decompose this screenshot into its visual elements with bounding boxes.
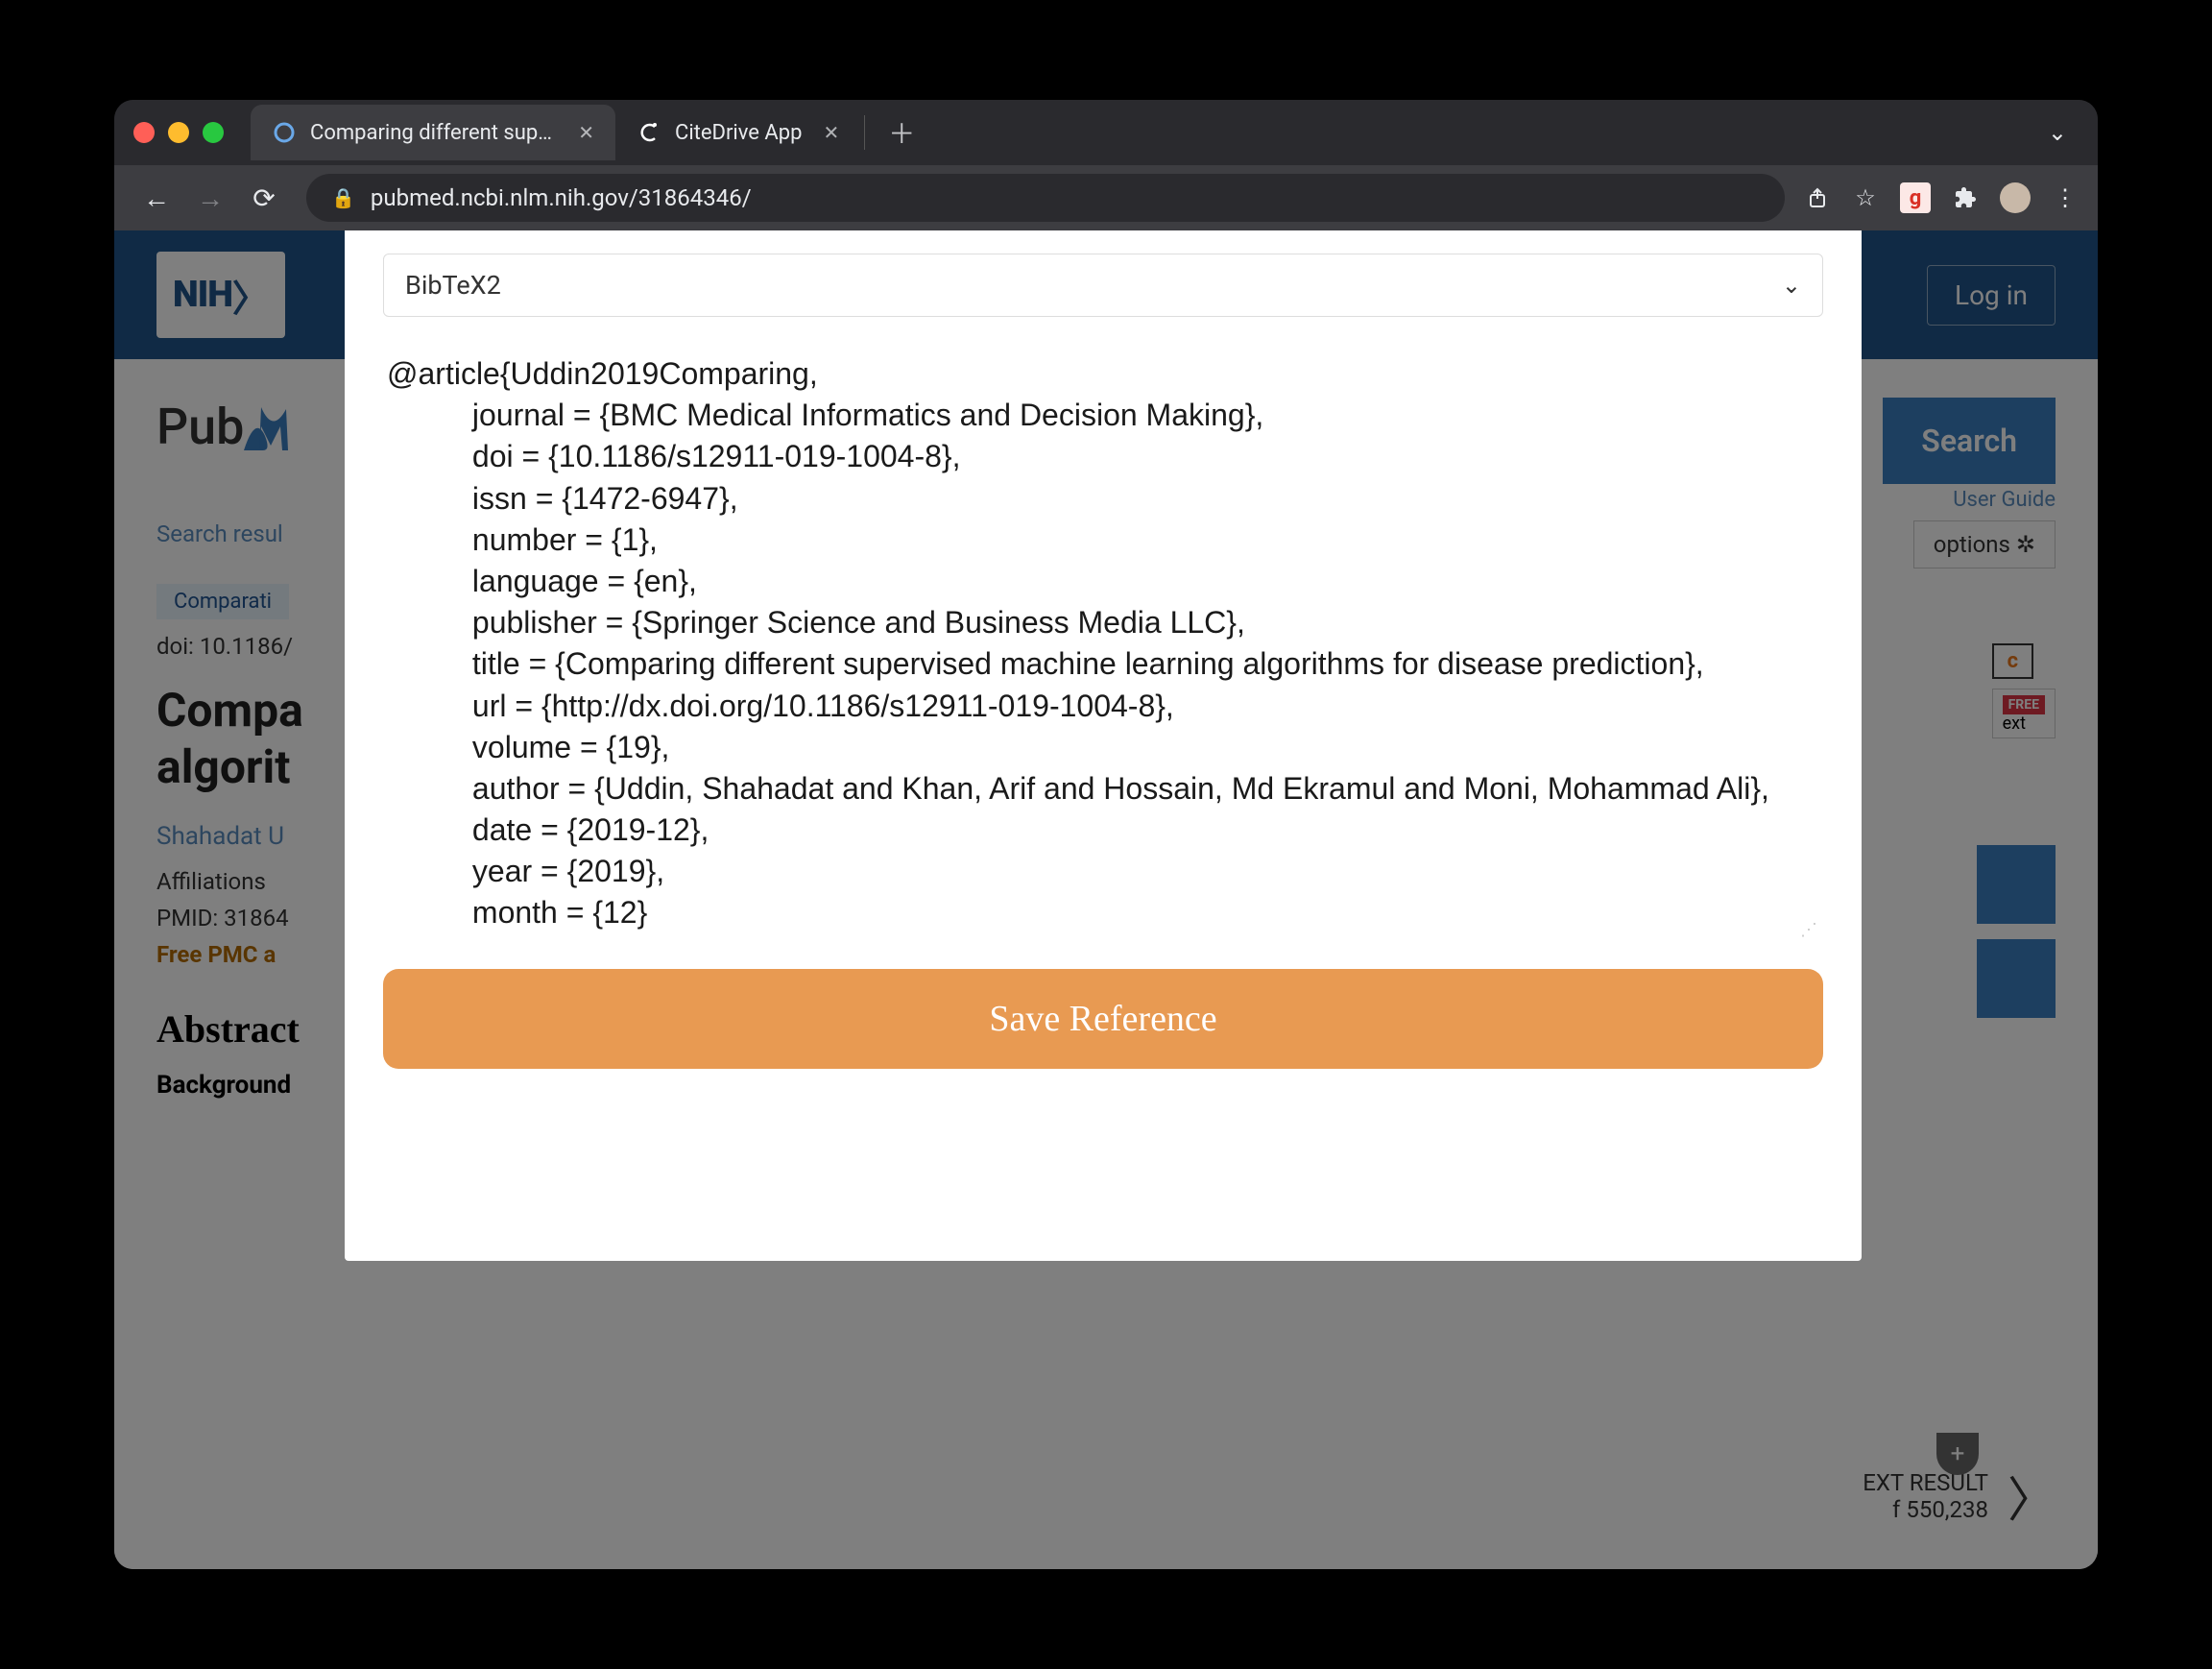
tab-title: Comparing different supervise <box>310 121 557 145</box>
extensions-puzzle-icon[interactable] <box>1952 184 1979 211</box>
toolbar-icons: ☆ g ⋮ <box>1804 182 2079 213</box>
back-button[interactable]: ← <box>133 175 180 221</box>
chevron-down-icon: ⌄ <box>1782 272 1801 299</box>
reload-button[interactable]: ⟳ <box>241 175 287 221</box>
forward-button[interactable]: → <box>187 175 233 221</box>
window-controls <box>133 122 224 143</box>
resize-handle-icon[interactable]: ⋰ <box>1800 920 1817 940</box>
lock-icon: 🔒 <box>331 186 355 209</box>
tab-overflow-chevron[interactable]: ⌄ <box>2048 119 2067 146</box>
maximize-window-button[interactable] <box>203 122 224 143</box>
bibtex-textarea[interactable]: @article{Uddin2019Comparing, journal = {… <box>383 346 1823 942</box>
url-field[interactable]: 🔒 pubmed.ncbi.nlm.nih.gov/31864346/ <box>306 174 1785 222</box>
chrome-menu-icon[interactable]: ⋮ <box>2052 184 2079 211</box>
profile-avatar[interactable] <box>2000 182 2031 213</box>
tab-bar: Comparing different supervise ✕ CiteDriv… <box>114 100 2098 165</box>
tab-divider <box>864 115 865 150</box>
citation-modal: BibTeX2 ⌄ @article{Uddin2019Comparing, j… <box>345 230 1862 1261</box>
bookmark-star-icon[interactable]: ☆ <box>1852 184 1879 211</box>
pubmed-favicon <box>272 120 297 145</box>
save-reference-button[interactable]: Save Reference <box>383 969 1823 1069</box>
format-select-label: BibTeX2 <box>405 270 501 301</box>
extension-icon-g[interactable]: g <box>1900 182 1931 213</box>
page-content: NIH 〉 Log in Pub Search User Guide Searc… <box>114 230 2098 1569</box>
tab-citedrive[interactable]: CiteDrive App ✕ <box>615 105 860 160</box>
close-tab-icon[interactable]: ✕ <box>823 121 839 144</box>
tab-pubmed[interactable]: Comparing different supervise ✕ <box>251 105 615 160</box>
format-select[interactable]: BibTeX2 ⌄ <box>383 254 1823 317</box>
address-bar: ← → ⟳ 🔒 pubmed.ncbi.nlm.nih.gov/31864346… <box>114 165 2098 230</box>
share-icon[interactable] <box>1804 184 1831 211</box>
tab-title: CiteDrive App <box>675 121 802 145</box>
minimize-window-button[interactable] <box>168 122 189 143</box>
browser-window: Comparing different supervise ✕ CiteDriv… <box>114 100 2098 1569</box>
url-text: pubmed.ncbi.nlm.nih.gov/31864346/ <box>371 184 1760 211</box>
new-tab-button[interactable]: ＋ <box>888 113 915 152</box>
close-tab-icon[interactable]: ✕ <box>578 121 594 144</box>
close-window-button[interactable] <box>133 122 155 143</box>
citedrive-favicon <box>637 120 661 145</box>
